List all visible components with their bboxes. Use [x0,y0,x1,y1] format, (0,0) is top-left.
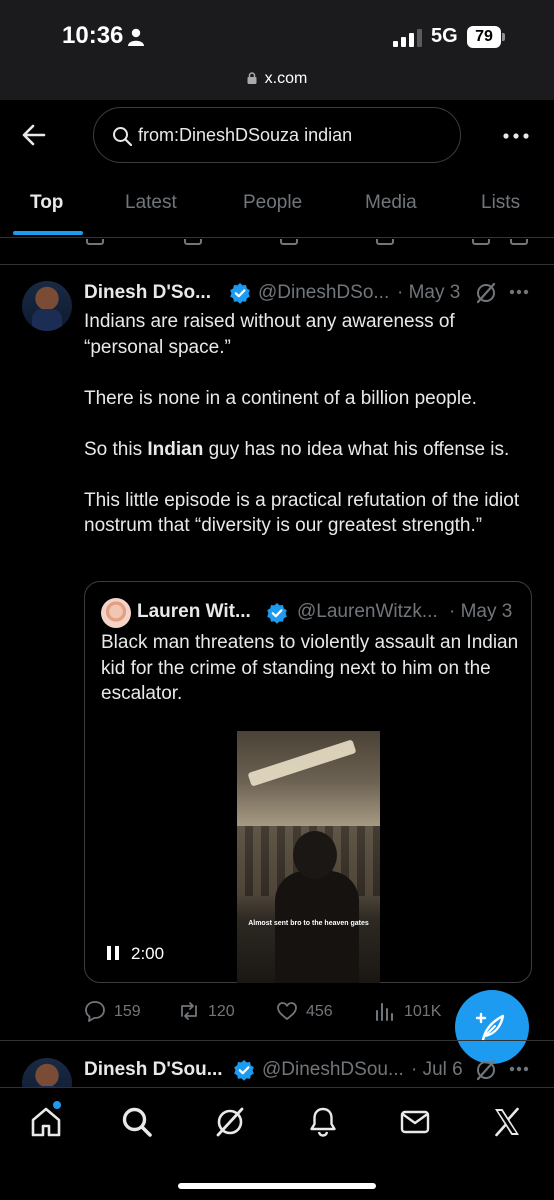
reply-count: 159 [114,1003,141,1020]
notification-dot [53,1101,61,1109]
search-icon[interactable] [121,1106,153,1138]
video-duration: 2:00 [131,944,165,963]
reply-icon [86,239,104,245]
video-frame-light [247,739,357,787]
repost-icon [181,1002,197,1020]
signal-icon [393,29,422,47]
grok-icon[interactable] [214,1106,246,1138]
views-icon [376,239,394,245]
video-caption: Almost sent bro to the heaven gates [248,920,369,927]
tweet-text-segment: So this [84,438,148,460]
compose-feather-icon [475,1012,505,1042]
video-controls[interactable]: 2:00 [107,944,164,964]
verified-badge-icon [234,1060,254,1081]
pause-icon[interactable] [107,946,119,960]
tab-media[interactable]: Media [365,192,417,214]
status-bar: 10:36 5G 79 x.com [0,0,554,100]
quoted-author-name: Lauren Wit... [137,601,251,622]
tweet-date[interactable]: · May 3 [397,282,460,304]
search-input[interactable] [138,118,438,152]
tab-people[interactable]: People [243,192,302,214]
search-highlight: Indian [147,438,204,460]
status-time: 10:36 [62,22,124,49]
like-count: 456 [306,1003,333,1020]
tab-top[interactable]: Top [30,192,63,214]
author-handle[interactable]: @DineshDSo... [258,282,389,304]
tweet-paragraph: This little episode is a practical refut… [84,489,520,537]
video-player[interactable]: Almost sent bro to the heaven gates [237,731,380,983]
tab-latest[interactable]: Latest [125,192,177,214]
repost-icon [184,239,202,245]
home-icon[interactable] [30,1106,62,1138]
quoted-tweet[interactable]: Lauren Wit... @LaurenWitzk... · May 3 Bl… [84,581,532,983]
more-options-icon[interactable] [503,133,529,139]
tweet-paragraph: There is none in a continent of a billio… [84,387,477,409]
tweet-paragraph: Indians are raised without any awareness… [84,311,455,358]
compose-button[interactable] [455,990,529,1064]
video-frame-figure [275,871,359,983]
view-count: 101K [404,1003,442,1020]
like-icon [280,239,298,245]
tweet-date[interactable]: · Jul 6 [411,1059,463,1081]
search-bar[interactable] [93,107,461,163]
battery-indicator: 79 [467,26,505,48]
grok-icon[interactable] [475,282,497,304]
tweet-text: Indians are raised without any awareness… [84,309,534,564]
person-icon [128,28,144,46]
quoted-tweet-date: · May 3 [449,601,513,622]
divider [0,264,554,265]
avatar[interactable] [22,281,72,331]
author-name[interactable]: Dinesh D'So... [84,282,211,304]
divider [0,1040,554,1041]
back-arrow-icon[interactable] [22,124,46,146]
repost-count: 120 [208,1003,235,1020]
messages-icon[interactable] [399,1106,431,1138]
url-text: x.com [264,70,308,87]
author-handle[interactable]: @DineshDSou... [262,1059,404,1081]
grok-icon[interactable] [475,1059,497,1081]
reply-icon [85,1001,105,1022]
like-icon [277,1002,297,1020]
quoted-tweet-text: Black man threatens to violently assault… [101,632,519,704]
home-indicator[interactable] [178,1183,376,1189]
lock-icon [247,72,257,84]
quoted-avatar[interactable] [101,598,131,628]
bottom-navigation [0,1087,554,1200]
search-icon [113,127,132,146]
x-logo-icon[interactable] [491,1106,523,1138]
search-tabs: Top Latest People Media Lists [0,180,554,238]
share-icon [510,239,528,245]
network-label: 5G [431,25,458,47]
tab-lists[interactable]: Lists [481,192,520,214]
quoted-author-handle: @LaurenWitzk... [297,601,438,622]
verified-badge-icon [230,283,250,304]
more-options-icon[interactable] [509,289,529,295]
active-tab-indicator [13,231,83,235]
notifications-icon[interactable] [307,1106,339,1138]
url-bar[interactable]: x.com [0,70,554,88]
bookmark-icon [472,239,490,245]
battery-nub [502,33,505,41]
more-options-icon[interactable] [509,1066,529,1072]
battery-level: 79 [467,26,501,48]
verified-badge-icon [267,603,287,624]
tweet-text-segment: guy has no idea what his offense is. [203,438,510,460]
tweet-paragraph: So this Indian guy has no idea what his … [84,437,534,463]
video-frame-head [293,831,337,879]
previous-tweet-actions [0,239,554,247]
views-icon [376,1003,393,1021]
author-name[interactable]: Dinesh D'Sou... [84,1059,223,1081]
